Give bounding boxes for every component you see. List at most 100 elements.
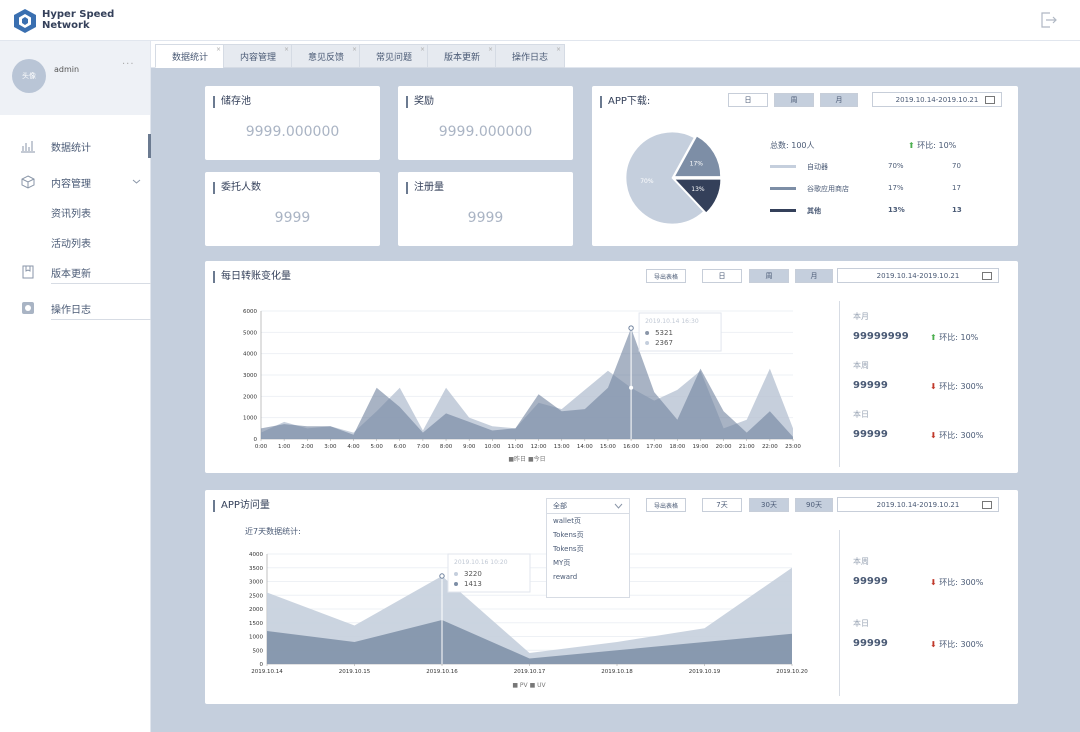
sidebar-subitem-activities[interactable]: 活动列表 — [0, 227, 151, 257]
tab-feedback[interactable]: 意见反馈 × — [291, 44, 361, 68]
date-range-text: 2019.10.14-2019.10.21 — [876, 271, 960, 280]
x-tick-label: 2:00 — [301, 444, 314, 450]
y-tick-label: 2000 — [249, 607, 263, 613]
y-tick-label: 1000 — [243, 416, 257, 422]
period-90d-button[interactable]: 90天 — [795, 498, 833, 512]
y-tick-label: 500 — [253, 648, 264, 654]
stat-value: 99999 — [853, 380, 888, 391]
x-tick-label: 12:00 — [531, 444, 547, 450]
sidebar-item-logs[interactable]: 操作日志 — [0, 293, 151, 323]
arrow-down-icon: ⬇ — [930, 578, 940, 587]
date-range-picker[interactable]: 2019.10.14-2019.10.21 — [837, 497, 999, 512]
transfer-chart: 0 1000 2000 3000 4000 5000 6000 0:00 1:00 2:00 3:0… — [243, 309, 801, 463]
sidebar-subitem-news[interactable]: 资讯列表 — [0, 197, 151, 227]
sidebar-item-versions[interactable]: 版本更新 — [0, 257, 151, 287]
period-week-button[interactable]: 周 — [774, 93, 814, 107]
stat-change: ⬇ 环比: 300% — [930, 430, 983, 441]
sidebar-item-label: 数据统计 — [51, 142, 91, 154]
legend-count: 70 — [952, 162, 961, 170]
logout-icon[interactable] — [1038, 10, 1058, 30]
card-title: APP访问量 — [213, 500, 270, 512]
change-text: 环比: 300% — [939, 382, 984, 391]
legend-dot — [645, 341, 650, 345]
tab-faq[interactable]: 常见问题 × — [359, 44, 429, 68]
x-tick-label: 19:00 — [693, 444, 709, 450]
page-filter-dropdown[interactable]: 全部 wallet页 Tokens页 Tokens页 MY页 reward — [546, 498, 630, 598]
user-menu-icon[interactable]: ··· — [122, 59, 135, 70]
pie-label: 70% — [640, 178, 654, 185]
card-title: APP下载: — [600, 96, 650, 108]
tab-versions[interactable]: 版本更新 × — [427, 44, 497, 68]
dropdown-option[interactable]: MY页 — [547, 556, 629, 570]
x-tick-label: 5:00 — [370, 444, 383, 450]
date-range-picker[interactable]: 2019.10.14-2019.10.21 — [872, 92, 1002, 107]
x-tick-label: 2019.10.20 — [776, 669, 808, 675]
x-tick-label: 23:00 — [785, 444, 801, 450]
dropdown-option[interactable]: Tokens页 — [547, 528, 629, 542]
y-tick-label: 4000 — [243, 352, 257, 358]
period-30d-button[interactable]: 30天 — [749, 498, 789, 512]
period-week-button[interactable]: 周 — [749, 269, 789, 283]
bar-chart-icon — [21, 141, 35, 153]
pie-label: 13% — [691, 186, 705, 193]
chart-legend: ■昨日 ■今日 — [508, 455, 545, 463]
x-tick-label: 15:00 — [600, 444, 616, 450]
close-icon[interactable]: × — [556, 46, 561, 53]
stat-label: 本日 — [853, 410, 869, 419]
x-tick-label: 6:00 — [394, 444, 407, 450]
close-icon[interactable]: × — [420, 46, 425, 53]
stat-change: ⬇ 环比: 300% — [930, 577, 983, 588]
card-title: 每日转账变化量 — [213, 271, 291, 283]
calendar-icon — [982, 272, 992, 280]
x-tick-label: 2019.10.14 — [251, 669, 283, 675]
dropdown-option[interactable]: wallet页 — [547, 514, 629, 528]
close-icon[interactable]: × — [488, 46, 493, 53]
change-text: 环比: 300% — [939, 578, 984, 587]
period-day-button[interactable]: 日 — [728, 93, 768, 107]
tab-logs[interactable]: 操作日志 × — [495, 44, 565, 68]
dropdown-option[interactable]: reward — [547, 570, 629, 584]
sidebar-item-stats[interactable]: 数据统计 — [0, 131, 151, 161]
cube-icon — [21, 175, 35, 189]
sidebar-item-label: 活动列表 — [51, 238, 91, 250]
chevron-down-icon — [614, 503, 623, 509]
card-transfer: 每日转账变化量 导出表格 日 周 月 2019.10.14-2019.10.21… — [205, 261, 1018, 473]
dropdown-option[interactable]: Tokens页 — [547, 542, 629, 556]
x-tick-label: 16:00 — [623, 444, 639, 450]
tooltip-value: 3220 — [464, 570, 482, 578]
export-button[interactable]: 导出表格 — [646, 498, 686, 512]
period-month-button[interactable]: 月 — [795, 269, 833, 283]
brand-line2: Network — [42, 20, 90, 31]
change-text: 环比: 10% — [917, 141, 957, 150]
export-button[interactable]: 导出表格 — [646, 269, 686, 283]
period-day-button[interactable]: 日 — [702, 269, 742, 283]
legend-swatch — [770, 209, 796, 212]
change-text: 环比: 300% — [939, 640, 984, 649]
sidebar-item-content[interactable]: 内容管理 — [0, 167, 151, 197]
x-tick-label: 4:00 — [347, 444, 360, 450]
close-icon[interactable]: × — [284, 46, 289, 53]
legend-dot — [645, 331, 650, 335]
y-tick-label: 5000 — [243, 330, 257, 336]
avatar[interactable]: 头像 — [12, 59, 46, 93]
y-tick-label: 4000 — [249, 552, 263, 558]
user-panel: 头像 admin ··· — [0, 41, 150, 115]
period-7d-button[interactable]: 7天 — [702, 498, 742, 512]
divider — [839, 530, 840, 696]
close-icon[interactable]: × — [216, 46, 221, 53]
tab-bar: 数据统计 × 内容管理 × 意见反馈 × 常见问题 × 版本更新 × 操作日志 × — [151, 41, 1080, 68]
dropdown-selected-text: 全部 — [553, 502, 567, 510]
legend-name: 谷歌应用商店 — [807, 185, 849, 193]
period-month-button[interactable]: 月 — [820, 93, 858, 107]
tab-label: 内容管理 — [239, 52, 276, 63]
visits-subtitle: 近7天数据统计: — [245, 527, 301, 536]
tab-stats[interactable]: 数据统计 × — [155, 44, 225, 68]
date-range-picker[interactable]: 2019.10.14-2019.10.21 — [837, 268, 999, 283]
close-icon[interactable]: × — [352, 46, 357, 53]
card-visits: APP访问量 近7天数据统计: 导出表格 7天 30天 90天 2019.10.… — [205, 490, 1018, 704]
brand-name: Hyper Speed Network — [42, 9, 114, 31]
legend-pct: 13% — [888, 206, 905, 214]
tab-content[interactable]: 内容管理 × — [223, 44, 293, 68]
change-text: 环比: 300% — [939, 431, 984, 440]
dropdown-selected[interactable]: 全部 — [547, 499, 629, 514]
